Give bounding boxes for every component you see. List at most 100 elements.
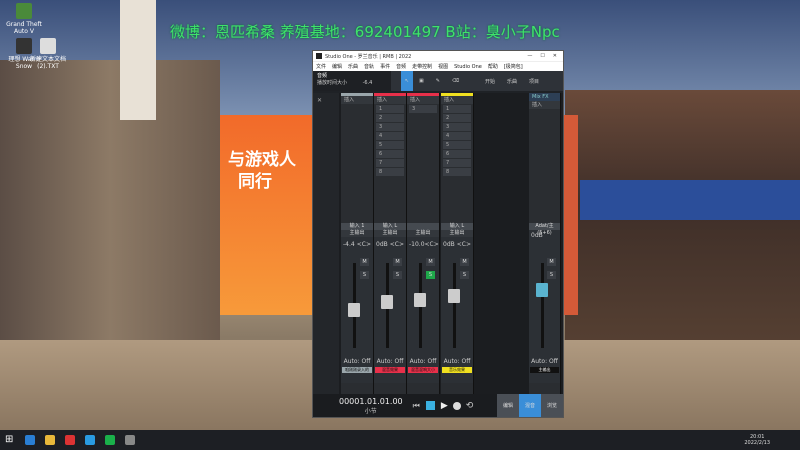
insert-slot[interactable]: 5 — [376, 141, 404, 149]
channel-strip: 主输出 -10.0 <C> M S Auto: Off 混音混响大小 — [407, 223, 439, 383]
main-channel-label: 主输出 — [530, 367, 559, 373]
insert-slot[interactable]: 1 — [443, 105, 471, 113]
menu-extra[interactable]: [极简包] — [504, 63, 523, 70]
volume-fader[interactable] — [348, 303, 360, 317]
volume-fader[interactable] — [381, 295, 393, 309]
menu-file[interactable]: 文件 — [316, 63, 326, 70]
channel-input[interactable]: 输入 1 — [341, 223, 373, 230]
song-label: 音频 — [317, 73, 328, 79]
desktop-icon-txt[interactable]: 新建文本文档 (2).TXT — [24, 38, 72, 70]
arrow-tool-icon[interactable]: ↖ — [401, 71, 413, 91]
solo-button[interactable]: S — [360, 271, 369, 279]
menu-audio[interactable]: 音频 — [396, 63, 406, 70]
insert-slot[interactable]: 2 — [443, 114, 471, 122]
automation-mode[interactable]: Auto: Off — [407, 358, 439, 365]
volume-value: 0dB — [443, 241, 455, 248]
mute-button[interactable]: M — [360, 258, 369, 266]
automation-mode[interactable]: Auto: Off — [341, 358, 373, 365]
insert-slot[interactable]: 8 — [376, 168, 404, 176]
volume-fader[interactable] — [448, 289, 460, 303]
start-button[interactable]: 开始 — [479, 71, 501, 91]
app-icon[interactable] — [125, 435, 135, 445]
folder-icon[interactable] — [45, 435, 55, 445]
insert-slot[interactable]: 7 — [443, 159, 471, 167]
mute-button[interactable]: M — [393, 258, 402, 266]
insert-label[interactable]: 插入 — [407, 96, 439, 104]
windows-start-icon[interactable]: ⊞ — [5, 435, 15, 445]
solo-button[interactable]: S — [547, 271, 556, 279]
record-icon[interactable] — [452, 401, 461, 410]
channel-input[interactable]: 输入 L — [441, 223, 473, 230]
project-button[interactable]: 项目 — [523, 71, 545, 91]
eraser-tool-icon[interactable]: ⌫ — [446, 71, 465, 91]
range-tool-icon[interactable]: ▣ — [413, 71, 430, 91]
insert-slot[interactable]: 2 — [376, 114, 404, 122]
insert-slot[interactable]: 6 — [443, 150, 471, 158]
pan-value[interactable]: <C> — [457, 241, 471, 248]
insert-slot[interactable]: 8 — [443, 168, 471, 176]
channel-output[interactable]: 主输出 — [374, 230, 406, 237]
insert-label[interactable]: 插入 — [341, 96, 373, 104]
close-icon[interactable]: ✕ — [553, 53, 557, 59]
menu-view[interactable]: 视图 — [438, 63, 448, 70]
pan-value[interactable]: <C> — [425, 241, 439, 248]
menu-event[interactable]: 事件 — [380, 63, 390, 70]
app-icon[interactable] — [105, 435, 115, 445]
channel-input[interactable] — [407, 223, 439, 230]
play-icon[interactable]: ▶ — [441, 401, 448, 411]
insert-slot[interactable]: 4 — [376, 132, 404, 140]
main-fader[interactable] — [536, 283, 548, 297]
insert-slot[interactable]: 7 — [376, 159, 404, 167]
channel-output[interactable]: 主输出 — [341, 230, 373, 237]
insert-slot[interactable]: 3 — [443, 123, 471, 131]
tab-browse[interactable]: 浏览 — [541, 394, 563, 417]
volume-fader[interactable] — [414, 293, 426, 307]
insert-slot[interactable]: 3 — [376, 123, 404, 131]
app-icon[interactable] — [85, 435, 95, 445]
automation-mode[interactable]: Auto: Off — [529, 358, 560, 365]
insert-slot[interactable]: 3 — [409, 105, 437, 113]
automation-mode[interactable]: Auto: Off — [374, 358, 406, 365]
menu-edit[interactable]: 编辑 — [332, 63, 342, 70]
transport-bar: 00001.01.01.00 小节 ⏮ ▶ ⟲ 编辑 混音 浏览 — [313, 394, 563, 417]
solo-button[interactable]: S — [393, 271, 402, 279]
insert-slot[interactable]: 6 — [376, 150, 404, 158]
mute-button[interactable]: M — [426, 258, 435, 266]
insert-slot[interactable]: 1 — [376, 105, 404, 113]
maximize-icon[interactable]: ☐ — [540, 53, 544, 59]
mute-button[interactable]: M — [460, 258, 469, 266]
automation-mode[interactable]: Auto: Off — [441, 358, 473, 365]
clock[interactable]: 20:01 2022/2/13 — [744, 434, 770, 446]
close-icon[interactable]: ✕ — [313, 93, 339, 108]
song-button[interactable]: 乐曲 — [501, 71, 523, 91]
minimize-icon[interactable]: — — [527, 53, 532, 59]
pan-value[interactable]: <C> — [357, 241, 371, 248]
tab-mix[interactable]: 混音 — [519, 394, 541, 417]
menu-transport[interactable]: 走带控制 — [412, 63, 432, 70]
volume-value: -10.0 — [409, 241, 425, 248]
tab-edit[interactable]: 编辑 — [497, 394, 519, 417]
solo-button[interactable]: S — [460, 271, 469, 279]
channel-output[interactable]: 主输出 — [441, 230, 473, 237]
mute-button[interactable]: M — [547, 258, 556, 266]
pan-value[interactable]: <C> — [390, 241, 404, 248]
app-icon[interactable] — [65, 435, 75, 445]
menu-help[interactable]: 帮助 — [488, 63, 498, 70]
insert-label[interactable]: 插入 — [374, 96, 406, 104]
insert-slot[interactable]: 5 — [443, 141, 471, 149]
solo-button[interactable]: S — [426, 271, 435, 279]
menu-studio-one[interactable]: Studio One — [454, 64, 482, 70]
channel-input[interactable]: 输入 L — [374, 223, 406, 230]
menu-song[interactable]: 乐曲 — [348, 63, 358, 70]
insert-label[interactable]: 插入 — [441, 96, 473, 104]
loop-icon[interactable]: ⟲ — [466, 401, 474, 411]
edge-icon[interactable] — [25, 435, 35, 445]
pencil-tool-icon[interactable]: ✎ — [430, 71, 446, 91]
menu-track[interactable]: 音轨 — [364, 63, 374, 70]
desktop-icon-gta[interactable]: Grand Theft Auto V — [0, 3, 48, 35]
rewind-icon[interactable]: ⏮ — [413, 401, 420, 411]
insert-label[interactable]: 插入 — [529, 101, 560, 109]
stop-icon[interactable] — [425, 401, 435, 410]
channel-output[interactable]: 主输出 — [407, 230, 439, 237]
insert-slot[interactable]: 4 — [443, 132, 471, 140]
